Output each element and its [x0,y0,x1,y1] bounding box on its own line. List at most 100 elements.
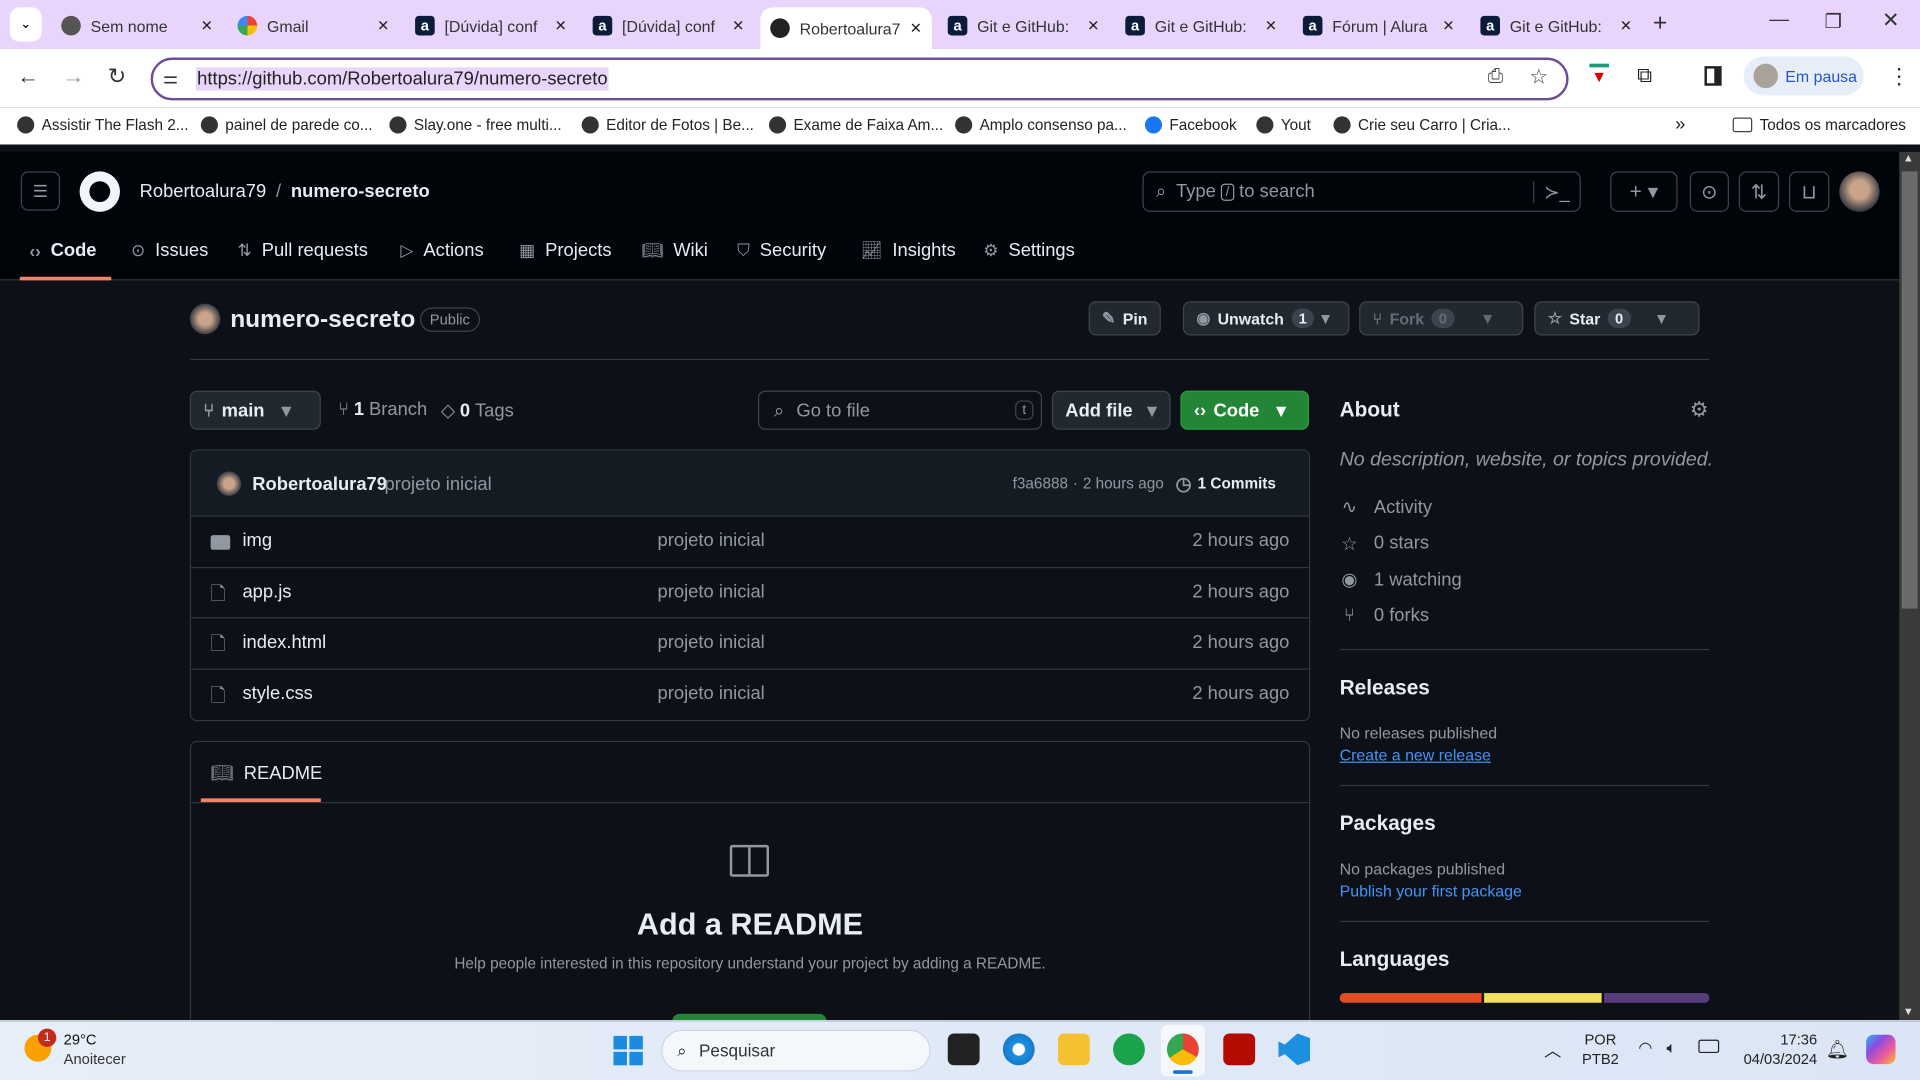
close-tab-icon[interactable]: ✕ [1620,17,1632,34]
scroll-up-arrow-icon[interactable]: ▲ [1903,152,1914,164]
file-row[interactable]: img projeto inicial 2 hours ago [191,515,1309,567]
go-to-file-input[interactable]: ⌕ Go to file t [757,390,1043,430]
file-commit-message[interactable]: projeto inicial [658,581,765,602]
issues-icon[interactable]: ⊙ [1689,171,1729,212]
back-button[interactable]: ← [17,64,39,90]
github-logo-icon[interactable] [79,171,121,212]
repo-tab-issues[interactable]: ⊙ Issues [131,240,208,261]
browser-tab[interactable]: a [Dúvida] conf ✕ [583,7,754,44]
repo-title[interactable]: numero-secreto [230,306,415,334]
create-new-button[interactable]: + ▾ [1610,171,1678,212]
tags-link[interactable]: ◇ 0 Tags [441,399,514,421]
new-tab-button[interactable]: + [1653,10,1667,38]
bookmark-item[interactable]: Exame de Faixa Am... [768,116,943,134]
user-avatar[interactable] [1839,171,1880,212]
bookmark-item[interactable]: Slay.one - free multi... [389,116,562,134]
branch-selector[interactable]: ⑂ main ▾ [189,390,321,430]
extensions-icon[interactable]: ⧉ [1637,64,1652,88]
scroll-down-arrow-icon[interactable]: ▼ [1903,1005,1914,1017]
task-view-icon[interactable] [947,1033,980,1066]
notification-bell-icon[interactable]: 🔔︎ [1826,1038,1849,1061]
about-fork-link[interactable]: ⑂ 0 forks [1340,604,1429,625]
repo-tab-settings[interactable]: ⚙ Settings [983,240,1075,261]
bookmark-item[interactable]: Editor de Fotos | Be... [581,116,754,134]
clock-time[interactable]: 17:36 [1739,1031,1817,1048]
inbox-icon[interactable]: ⊔ [1788,171,1830,212]
bookmark-item[interactable]: Assistir The Flash 2... [17,116,189,134]
close-tab-icon[interactable]: ✕ [732,17,744,34]
repo-tab-security[interactable]: ⛉ Security [737,240,826,261]
bookmark-star-icon[interactable]: ☆ [1529,65,1548,89]
pull-requests-icon[interactable]: ⇅ [1738,171,1780,212]
star-button[interactable]: ☆ Star 0 ▾ [1534,301,1700,336]
input-language[interactable]: POR [1584,1031,1616,1048]
publish-package-link[interactable]: Publish your first package [1340,882,1522,900]
extension-shield-icon[interactable]: ▼ [1589,63,1609,86]
file-name[interactable]: app.js [242,581,291,602]
menu-kebab-icon[interactable]: ⋮ [1888,64,1910,90]
file-name[interactable]: style.css [242,683,312,704]
close-tab-icon[interactable]: ✕ [1087,17,1099,34]
keyboard-layout[interactable]: PTB2 [1582,1051,1619,1068]
file-explorer-icon[interactable] [1057,1033,1090,1066]
minimize-button[interactable]: — [1769,10,1789,32]
about-pulse-link[interactable]: ∿ Activity [1340,496,1432,518]
tab-search-button[interactable]: ⌄ [9,7,42,42]
fork-dropdown-icon[interactable]: ▾ [1484,309,1492,329]
browser-tab[interactable]: Sem nome ✕ [51,7,222,44]
repo-tab-pull-requests[interactable]: ⇅ Pull requests [238,240,368,261]
browser-tab[interactable]: a Fórum | Alura ✕ [1293,7,1464,44]
volume-icon[interactable]: 🔈︎ [1667,1038,1677,1058]
file-row[interactable]: 🗋︎ index.html projeto inicial 2 hours ago [191,617,1309,669]
bookmark-item[interactable]: Crie seu Carro | Cria... [1333,116,1511,134]
tray-overflow-chevron-icon[interactable]: ︿ [1544,1038,1561,1062]
scrollbar-thumb[interactable] [1901,171,1918,609]
repo-tab-actions[interactable]: ▷ Actions [400,240,483,261]
file-name[interactable]: img [242,530,272,551]
commits-link[interactable]: ◷ 1 Commits [1176,473,1276,495]
profile-button[interactable]: Em pausa [1743,56,1864,96]
bookmark-item[interactable]: painel de parede co... [200,116,373,134]
branches-link[interactable]: ⑂ 1 Branch [338,399,427,420]
commit-hash[interactable]: f3a6888 [1013,475,1068,492]
install-app-icon[interactable]: ⎙ [1488,66,1504,88]
close-tab-icon[interactable]: ✕ [377,17,389,34]
breadcrumb-owner[interactable]: Robertoalura79 [140,181,267,202]
side-panel-icon[interactable] [1704,66,1722,86]
restore-button[interactable]: ❐ [1824,10,1842,34]
battery-icon[interactable] [1698,1039,1720,1054]
more-bookmarks-chevron-icon[interactable]: » [1675,114,1685,135]
close-tab-icon[interactable]: ✕ [910,20,922,37]
breadcrumb-repo[interactable]: numero-secreto [291,181,430,202]
repo-tab-code[interactable]: ‹› Code [29,240,96,261]
releases-heading[interactable]: Releases [1340,676,1430,700]
windows-start-icon[interactable] [613,1035,643,1066]
bookmark-item[interactable]: Facebook [1144,116,1237,134]
repo-tab-insights[interactable]: 📈︎ Insights [861,240,956,261]
taskbar-search[interactable]: ⌕ Pesquisar [661,1029,931,1072]
edge-icon[interactable] [1002,1033,1035,1066]
bookmark-item[interactable]: Amplo consenso pa... [955,116,1127,134]
repo-tab-wiki[interactable]: 📖︎ Wiki [642,240,708,261]
all-bookmarks-folder[interactable]: Todos os marcadores [1732,116,1906,133]
packages-heading[interactable]: Packages [1340,812,1436,836]
close-tab-icon[interactable]: ✕ [1442,17,1454,34]
forward-button[interactable]: → [62,64,84,90]
unwatch-button[interactable]: ◉ Unwatch 1 ▾ [1182,301,1350,336]
chrome-icon[interactable] [1166,1033,1199,1066]
readme-tab[interactable]: 📖︎ README [211,762,323,783]
browser-tab[interactable]: a [Dúvida] conf ✕ [405,7,576,44]
browser-tab[interactable]: Gmail ✕ [228,7,399,44]
acrobat-icon[interactable] [1223,1033,1256,1066]
browser-tab[interactable]: a Git e GitHub: ✕ [1116,7,1287,44]
about-settings-gear-icon[interactable]: ⚙ [1690,398,1709,422]
file-commit-message[interactable]: projeto inicial [658,632,765,653]
file-commit-message[interactable]: projeto inicial [658,683,765,704]
url-text[interactable]: https://github.com/Robertoalura79/numero… [195,67,609,91]
create-release-link[interactable]: Create a new release [1340,746,1491,764]
copilot-icon[interactable] [1866,1034,1896,1065]
code-button[interactable]: ‹› Code ▾ [1180,390,1309,430]
commit-author[interactable]: Robertoalura79 [252,474,387,495]
pin-button[interactable]: ✎ Pin [1088,301,1161,336]
browser-tab[interactable]: a Git e GitHub: ✕ [1471,7,1642,44]
